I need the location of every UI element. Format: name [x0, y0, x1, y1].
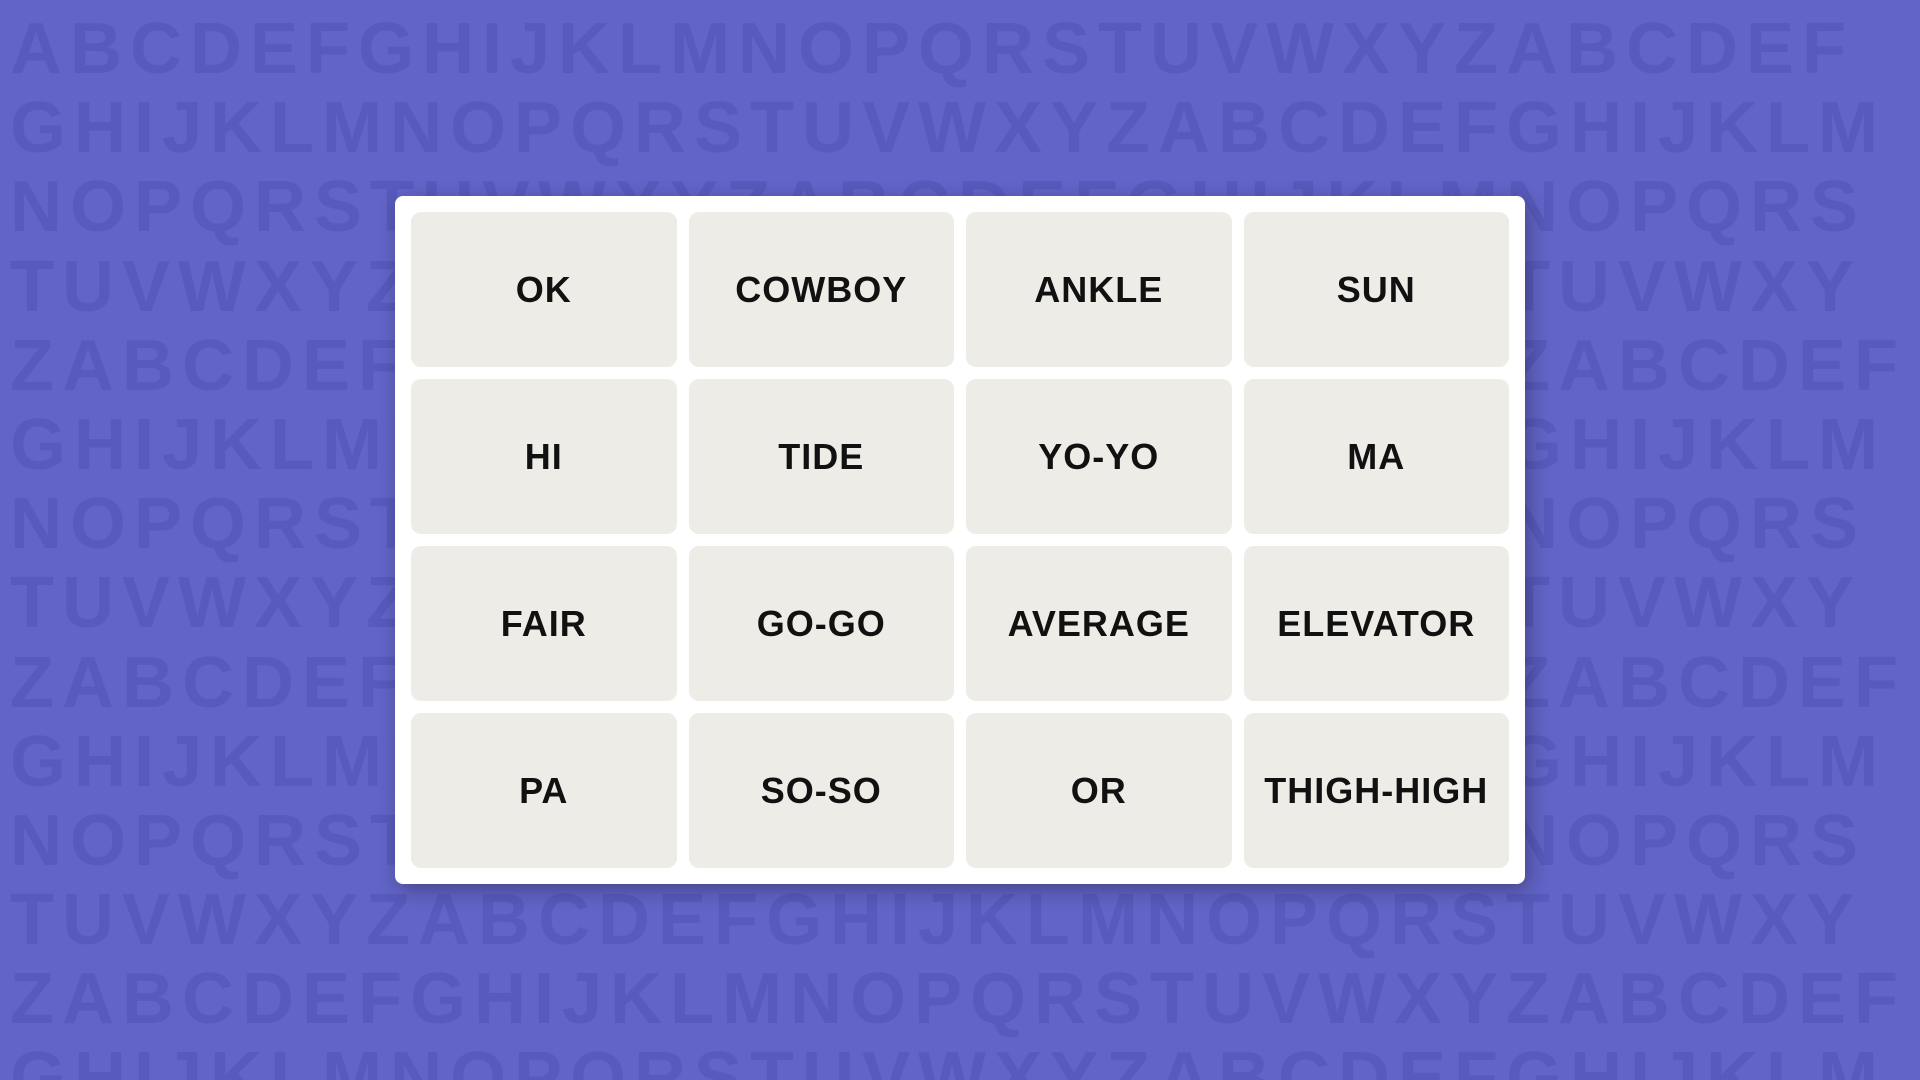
cell-label-ankle: ANKLE [1034, 269, 1163, 311]
cell-label-pa: PA [519, 770, 568, 812]
cell-label-ma: MA [1347, 436, 1405, 478]
cell-label-yo-yo: YO-YO [1038, 436, 1159, 478]
grid-cell-cowboy[interactable]: COWBOY [689, 212, 955, 367]
word-grid: OK COWBOY ANKLE SUN HI TIDE YO-YO MA FAIR GO-GO AV… [411, 212, 1509, 868]
grid-cell-ok[interactable]: OK [411, 212, 677, 367]
cell-label-sun: SUN [1337, 269, 1416, 311]
grid-cell-so-so[interactable]: SO-SO [689, 713, 955, 868]
cell-label-fair: FAIR [501, 603, 587, 645]
grid-cell-ma[interactable]: MA [1244, 379, 1510, 534]
grid-cell-go-go[interactable]: GO-GO [689, 546, 955, 701]
grid-cell-thigh-high[interactable]: THIGH-HIGH [1244, 713, 1510, 868]
cell-label-cowboy: COWBOY [735, 269, 907, 311]
cell-label-or: OR [1071, 770, 1127, 812]
grid-cell-pa[interactable]: PA [411, 713, 677, 868]
cell-label-average: AVERAGE [1008, 603, 1190, 645]
grid-cell-or[interactable]: OR [966, 713, 1232, 868]
grid-cell-ankle[interactable]: ANKLE [966, 212, 1232, 367]
grid-cell-fair[interactable]: FAIR [411, 546, 677, 701]
cell-label-elevator: ELEVATOR [1277, 603, 1475, 645]
cell-label-so-so: SO-SO [761, 770, 882, 812]
grid-cell-tide[interactable]: TIDE [689, 379, 955, 534]
grid-cell-sun[interactable]: SUN [1244, 212, 1510, 367]
word-card: OK COWBOY ANKLE SUN HI TIDE YO-YO MA FAIR GO-GO AV… [395, 196, 1525, 884]
cell-label-hi: HI [525, 436, 563, 478]
grid-cell-elevator[interactable]: ELEVATOR [1244, 546, 1510, 701]
cell-label-ok: OK [516, 269, 572, 311]
grid-cell-yo-yo[interactable]: YO-YO [966, 379, 1232, 534]
grid-cell-average[interactable]: AVERAGE [966, 546, 1232, 701]
cell-label-tide: TIDE [778, 436, 864, 478]
cell-label-go-go: GO-GO [757, 603, 886, 645]
cell-label-thigh-high: THIGH-HIGH [1264, 770, 1488, 812]
grid-cell-hi[interactable]: HI [411, 379, 677, 534]
